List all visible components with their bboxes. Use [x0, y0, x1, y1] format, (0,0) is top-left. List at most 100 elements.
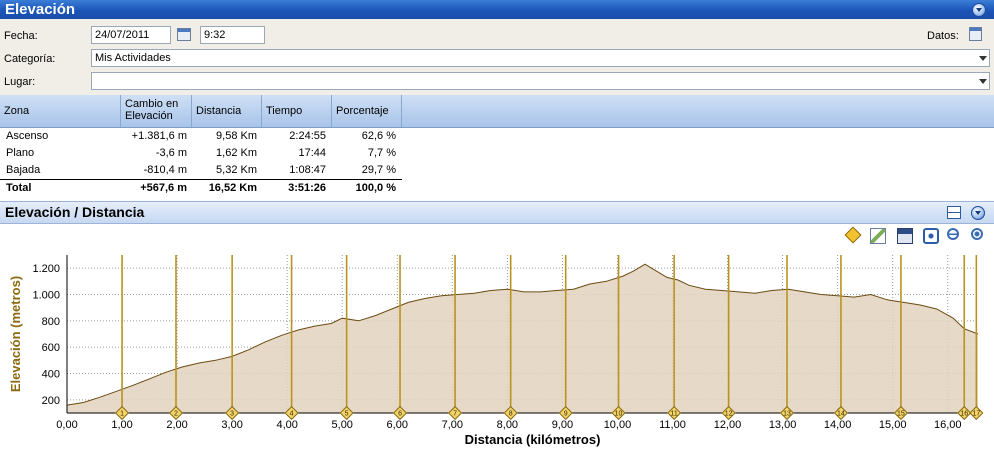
x-tick-label: 7,00	[442, 419, 463, 431]
cell-distancia: 1,62 Km	[216, 147, 257, 159]
x-tick-label: 10,00	[604, 419, 632, 431]
km-marker-label: 16	[960, 411, 968, 418]
x-tick-label: 14,00	[824, 419, 852, 431]
fecha-input[interactable]: 24/07/2011	[91, 26, 171, 44]
table-total-row[interactable]: Total +567,6 m 16,52 Km 3:51:26 100,0 %	[0, 179, 402, 197]
x-tick-label: 5,00	[332, 419, 353, 431]
categoria-dropdown-icon[interactable]	[979, 56, 987, 61]
y-tick-label: 1.000	[32, 290, 60, 302]
table-row[interactable]: Plano -3,6 m 1,62 Km 17:44 7,7 %	[0, 145, 402, 162]
hora-input[interactable]: 9:32	[200, 26, 265, 44]
x-tick-label: 0,00	[56, 419, 77, 431]
lugar-select[interactable]	[91, 72, 990, 90]
km-marker-label: 2	[174, 411, 178, 418]
cell-tiempo: 17:44	[298, 147, 326, 159]
save-chart-icon[interactable]	[897, 228, 913, 244]
km-marker-label: 7	[453, 411, 457, 418]
collapse-panel-icon[interactable]	[972, 3, 986, 17]
x-tick-label: 4,00	[276, 419, 297, 431]
datos-label: Datos:	[927, 30, 959, 42]
zones-table: Zona Cambio en Elevación Distancia Tiemp…	[0, 95, 994, 199]
cell-distancia: 9,58 Km	[216, 130, 257, 142]
cell-zona: Plano	[6, 147, 35, 159]
zoom-out-icon[interactable]	[947, 228, 959, 240]
categoria-label: Categoría:	[4, 53, 56, 65]
km-marker-label: 8	[509, 411, 513, 418]
x-tick-label: 8,00	[497, 419, 518, 431]
cell-cambio: -810,4 m	[143, 164, 187, 176]
km-marker-label: 12	[725, 411, 733, 418]
chart-style-icon[interactable]	[870, 228, 886, 244]
table-row[interactable]: Ascenso +1.381,6 m 9,58 Km 2:24:55 62,6 …	[0, 128, 402, 145]
x-tick-label: 2,00	[166, 419, 187, 431]
cell-distancia: 5,32 Km	[216, 164, 257, 176]
fit-view-icon[interactable]	[923, 228, 939, 244]
cell-zona: Bajada	[6, 164, 41, 176]
window-title: Elevación	[5, 1, 76, 18]
km-marker-label: 9	[564, 411, 568, 418]
table-row[interactable]: Bajada -810,4 m 5,32 Km 1:08:47 29,7 %	[0, 162, 402, 179]
y-tick-label: 800	[42, 316, 60, 328]
y-axis-label: Elevación (metros)	[8, 276, 23, 392]
x-tick-label: 1,00	[111, 419, 132, 431]
y-tick-label: 600	[42, 342, 60, 354]
km-marker-label: 10	[615, 411, 623, 418]
km-marker-label: 13	[783, 411, 791, 418]
km-marker-label: 4	[290, 411, 294, 418]
categoria-select[interactable]: Mis Actividades	[91, 49, 990, 67]
km-marker-label: 14	[837, 411, 845, 418]
cell-tiempo: 2:24:55	[289, 130, 326, 142]
cell-porcentaje: 100,0 %	[355, 182, 396, 194]
layout-toggle-icon[interactable]	[947, 206, 961, 219]
chart-options-icon[interactable]	[971, 206, 985, 220]
header-distancia[interactable]: Distancia	[192, 95, 262, 127]
lugar-label: Lugar:	[4, 76, 36, 88]
header-zona[interactable]: Zona	[0, 95, 121, 127]
table-header: Zona Cambio en Elevación Distancia Tiemp…	[0, 95, 994, 128]
elevation-chart-container: 200 400 600 800 1.000 1.200 0,00 1,00 2,00 3,00 4,…	[0, 248, 994, 457]
cell-tiempo: 1:08:47	[289, 164, 326, 176]
km-marker-label: 17	[972, 411, 980, 418]
lugar-dropdown-icon[interactable]	[979, 79, 987, 84]
header-cambio-elevacion[interactable]: Cambio en Elevación	[121, 95, 192, 127]
x-tick-label: 16,00	[934, 419, 962, 431]
x-tick-label: 11,00	[659, 419, 686, 431]
km-marker-label: 5	[345, 411, 349, 418]
y-tick-label: 200	[42, 395, 60, 407]
cell-porcentaje: 62,6 %	[361, 130, 396, 142]
activity-form: Fecha: 24/07/2011 9:32 Datos: Categoría:…	[0, 19, 994, 95]
x-tick-label: 15,00	[879, 419, 907, 431]
y-tick-label: 400	[42, 369, 60, 381]
datos-calculator-icon[interactable]	[969, 27, 982, 41]
chart-section-title: Elevación / Distancia	[5, 204, 145, 220]
cell-porcentaje: 29,7 %	[361, 164, 396, 176]
chart-section-header: Elevación / Distancia	[0, 201, 994, 224]
km-marker-label: 6	[398, 411, 402, 418]
cell-cambio: -3,6 m	[155, 147, 187, 159]
x-tick-label: 13,00	[769, 419, 797, 431]
header-tiempo[interactable]: Tiempo	[262, 95, 332, 127]
km-marker-label: 15	[897, 411, 905, 418]
header-porcentaje[interactable]: Porcentaje	[332, 95, 402, 127]
zoom-in-icon[interactable]	[971, 228, 983, 240]
km-marker-label: 11	[671, 411, 678, 418]
calendar-icon[interactable]	[177, 28, 191, 41]
cell-porcentaje: 7,7 %	[367, 147, 396, 159]
x-tick-label: 6,00	[387, 419, 408, 431]
x-axis-label: Distancia (kilómetros)	[465, 432, 601, 447]
x-tick-label: 3,00	[221, 419, 242, 431]
window-title-bar: Elevación	[0, 0, 994, 19]
cell-tiempo: 3:51:26	[288, 182, 326, 194]
fecha-label: Fecha:	[4, 30, 38, 42]
km-marker-label: 3	[230, 411, 234, 418]
y-tick-label: 1.200	[32, 263, 60, 275]
elevation-chart[interactable]: 200 400 600 800 1.000 1.200 0,00 1,00 2,00 3,00 4,…	[0, 248, 994, 457]
km-marker-label: 1	[120, 411, 124, 418]
cell-zona: Total	[6, 182, 32, 194]
x-tick-label: 12,00	[714, 419, 742, 431]
cell-zona: Ascenso	[6, 130, 49, 142]
cell-cambio: +1.381,6 m	[131, 130, 187, 142]
cell-cambio: +567,6 m	[140, 182, 187, 194]
cell-distancia: 16,52 Km	[208, 182, 257, 194]
x-tick-label: 9,00	[552, 419, 573, 431]
